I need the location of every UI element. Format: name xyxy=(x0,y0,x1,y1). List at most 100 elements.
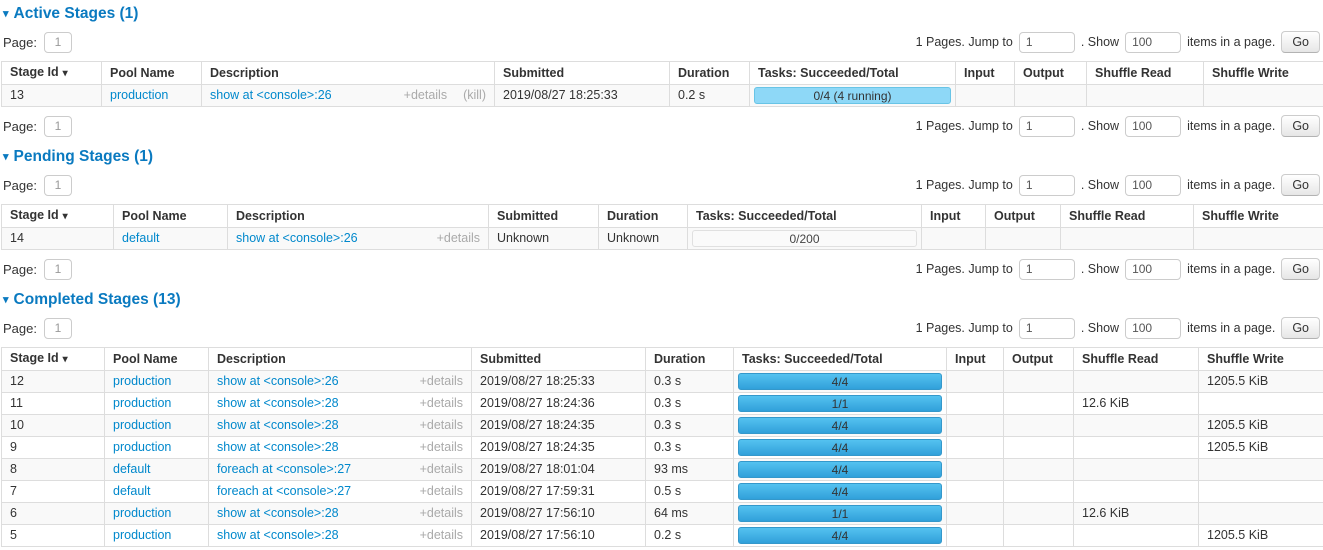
column-header-tasks-succeeded-total[interactable]: Tasks: Succeeded/Total xyxy=(750,62,956,85)
column-header-shuffle-write[interactable]: Shuffle Write xyxy=(1199,348,1323,371)
page-number-input-active-bottom[interactable] xyxy=(44,116,72,137)
go-button-active-bottom[interactable]: Go xyxy=(1281,115,1320,137)
jump-to-page-input-active-bottom[interactable] xyxy=(1019,116,1075,137)
column-header-input[interactable]: Input xyxy=(947,348,1004,371)
show-items-input-active-bottom[interactable] xyxy=(1125,116,1181,137)
show-items-input-completed-top[interactable] xyxy=(1125,318,1181,339)
go-button-active-top[interactable]: Go xyxy=(1281,31,1320,53)
page-label: Page: xyxy=(3,178,37,193)
go-button-pending-bottom[interactable]: Go xyxy=(1281,258,1320,280)
column-header-shuffle-write[interactable]: Shuffle Write xyxy=(1194,205,1323,228)
description-cell: foreach at <console>:27 +details xyxy=(209,481,472,503)
description-link[interactable]: show at <console>:28 xyxy=(217,396,339,411)
description-actions: +details xyxy=(420,506,463,521)
details-toggle-link[interactable]: +details xyxy=(420,440,463,455)
stage-id-cell: 11 xyxy=(2,393,105,415)
page-number-input-active-top[interactable] xyxy=(44,32,72,53)
description-link[interactable]: show at <console>:28 xyxy=(217,506,339,521)
jump-to-page-input-pending-top[interactable] xyxy=(1019,175,1075,196)
column-header-pool-name[interactable]: Pool Name xyxy=(105,348,209,371)
column-header-output[interactable]: Output xyxy=(1015,62,1087,85)
pool-name-link[interactable]: production xyxy=(113,506,171,520)
description-link[interactable]: show at <console>:28 xyxy=(217,418,339,433)
pool-name-link[interactable]: production xyxy=(113,440,171,454)
jump-to-page-input-pending-bottom[interactable] xyxy=(1019,259,1075,280)
column-header-pool-name[interactable]: Pool Name xyxy=(114,205,228,228)
details-toggle-link[interactable]: +details xyxy=(420,484,463,499)
column-header-shuffle-read[interactable]: Shuffle Read xyxy=(1061,205,1194,228)
show-items-input-pending-top[interactable] xyxy=(1125,175,1181,196)
column-header-input[interactable]: Input xyxy=(922,205,986,228)
page-number-input-completed-top[interactable] xyxy=(44,318,72,339)
column-header-description[interactable]: Description xyxy=(228,205,489,228)
pool-name-link[interactable]: production xyxy=(113,396,171,410)
section-heading-completed[interactable]: ▾Completed Stages (13) xyxy=(3,291,1320,309)
go-button-completed-top[interactable]: Go xyxy=(1281,317,1320,339)
column-header-shuffle-read[interactable]: Shuffle Read xyxy=(1087,62,1204,85)
page-number-input-pending-top[interactable] xyxy=(44,175,72,196)
pool-name-link[interactable]: production xyxy=(113,528,171,542)
details-toggle-link[interactable]: +details xyxy=(420,506,463,521)
output-cell xyxy=(1015,85,1087,107)
column-header-label: Shuffle Read xyxy=(1069,209,1145,223)
pool-name-link[interactable]: default xyxy=(113,484,151,498)
go-button-pending-top[interactable]: Go xyxy=(1281,174,1320,196)
details-toggle-link[interactable]: +details xyxy=(420,418,463,433)
details-toggle-link[interactable]: +details xyxy=(404,88,447,103)
column-header-output[interactable]: Output xyxy=(986,205,1061,228)
column-header-duration[interactable]: Duration xyxy=(646,348,734,371)
show-items-input-active-top[interactable] xyxy=(1125,32,1181,53)
shuffle-write-cell: 1205.5 KiB xyxy=(1199,437,1323,459)
column-header-tasks-succeeded-total[interactable]: Tasks: Succeeded/Total xyxy=(688,205,922,228)
column-header-label: Description xyxy=(236,209,305,223)
description-link[interactable]: show at <console>:26 xyxy=(217,374,339,389)
pool-name-link[interactable]: production xyxy=(113,374,171,388)
column-header-submitted[interactable]: Submitted xyxy=(472,348,646,371)
description-actions: +details xyxy=(420,374,463,389)
details-toggle-link[interactable]: +details xyxy=(420,396,463,411)
page-number-input-pending-bottom[interactable] xyxy=(44,259,72,280)
pagination-row-active-top: Page:1 Pages. Jump to. Showitems in a pa… xyxy=(3,31,1320,53)
description-link[interactable]: foreach at <console>:27 xyxy=(217,484,351,499)
section-heading-active[interactable]: ▾Active Stages (1) xyxy=(3,5,1320,23)
column-header-submitted[interactable]: Submitted xyxy=(489,205,599,228)
pool-name-link[interactable]: default xyxy=(122,231,160,245)
description-link[interactable]: foreach at <console>:27 xyxy=(217,462,351,477)
description-link[interactable]: show at <console>:28 xyxy=(217,440,339,455)
column-header-submitted[interactable]: Submitted xyxy=(495,62,670,85)
details-toggle-link[interactable]: +details xyxy=(420,462,463,477)
column-header-stage-id[interactable]: Stage Id▾ xyxy=(2,205,114,228)
column-header-pool-name[interactable]: Pool Name xyxy=(102,62,202,85)
column-header-duration[interactable]: Duration xyxy=(599,205,688,228)
stage-row: 6productionshow at <console>:28+details2… xyxy=(2,503,1323,525)
column-header-output[interactable]: Output xyxy=(1004,348,1074,371)
pool-name-link[interactable]: production xyxy=(113,418,171,432)
description-link[interactable]: show at <console>:28 xyxy=(217,528,339,543)
details-toggle-link[interactable]: +details xyxy=(437,231,480,246)
jump-to-page-input-active-top[interactable] xyxy=(1019,32,1075,53)
column-header-stage-id[interactable]: Stage Id▾ xyxy=(2,62,102,85)
submitted-cell: 2019/08/27 18:25:33 xyxy=(472,371,646,393)
column-header-shuffle-read[interactable]: Shuffle Read xyxy=(1074,348,1199,371)
jump-to-page-input-completed-top[interactable] xyxy=(1019,318,1075,339)
description-link[interactable]: show at <console>:26 xyxy=(236,231,358,246)
pool-name-link[interactable]: production xyxy=(110,88,168,102)
input-cell xyxy=(947,459,1004,481)
show-items-input-pending-bottom[interactable] xyxy=(1125,259,1181,280)
pool-name-link[interactable]: default xyxy=(113,462,151,476)
column-header-input[interactable]: Input xyxy=(956,62,1015,85)
details-toggle-link[interactable]: +details xyxy=(420,374,463,389)
column-header-description[interactable]: Description xyxy=(202,62,495,85)
column-header-shuffle-write[interactable]: Shuffle Write xyxy=(1204,62,1323,85)
column-header-tasks-succeeded-total[interactable]: Tasks: Succeeded/Total xyxy=(734,348,947,371)
details-toggle-link[interactable]: +details xyxy=(420,528,463,543)
column-header-duration[interactable]: Duration xyxy=(670,62,750,85)
description-link[interactable]: show at <console>:26 xyxy=(210,88,332,103)
section-heading-pending[interactable]: ▾Pending Stages (1) xyxy=(3,148,1320,166)
column-header-stage-id[interactable]: Stage Id▾ xyxy=(2,348,105,371)
kill-link[interactable]: (kill) xyxy=(463,88,486,103)
show-label: . Show xyxy=(1081,178,1119,192)
column-header-label: Pool Name xyxy=(110,66,175,80)
column-header-label: Shuffle Write xyxy=(1212,66,1289,80)
column-header-description[interactable]: Description xyxy=(209,348,472,371)
